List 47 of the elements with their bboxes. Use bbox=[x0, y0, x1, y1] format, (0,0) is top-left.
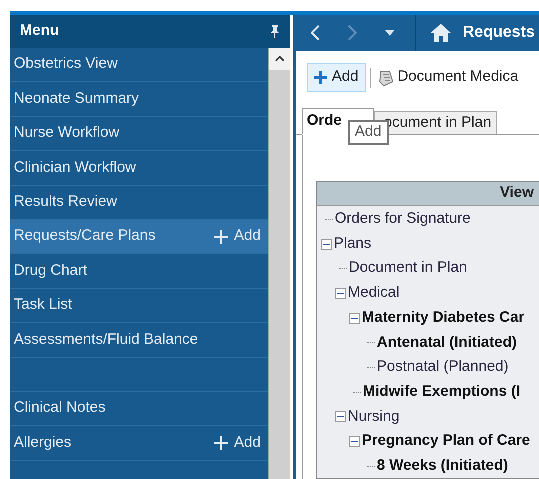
plus-icon bbox=[314, 71, 327, 84]
tree-item[interactable]: Pregnancy Plan of Care bbox=[362, 430, 530, 453]
tree-item[interactable]: Medical bbox=[348, 282, 400, 305]
menu-item-label: Clinical Notes bbox=[14, 398, 106, 418]
add-link[interactable]: Add bbox=[214, 225, 264, 248]
back-icon[interactable] bbox=[311, 25, 320, 41]
menu-item-label: Task List bbox=[14, 295, 72, 316]
caret-up-icon bbox=[274, 56, 284, 62]
menu-item-label: Allergies bbox=[14, 432, 72, 453]
plus-icon bbox=[214, 230, 228, 244]
tree-item[interactable]: Orders for Signature bbox=[335, 208, 471, 231]
tooltip: Add bbox=[348, 120, 389, 145]
page-title: Requests bbox=[463, 23, 536, 43]
collapse-toggle[interactable] bbox=[335, 411, 346, 422]
column-header: View bbox=[317, 182, 539, 206]
tree-item[interactable]: Postnatal (Planned) bbox=[377, 356, 509, 379]
home-icon[interactable] bbox=[431, 24, 451, 42]
plus-icon bbox=[214, 436, 228, 450]
add-link[interactable]: Add bbox=[214, 432, 264, 454]
collapse-toggle[interactable] bbox=[321, 238, 332, 250]
add-button[interactable]: Add bbox=[307, 63, 366, 92]
scroll-icon bbox=[376, 68, 395, 86]
menu-item-label: Obstetrics View bbox=[14, 54, 118, 74]
collapse-toggle[interactable] bbox=[335, 288, 346, 299]
pin-icon[interactable] bbox=[270, 25, 280, 38]
dropdown-icon[interactable] bbox=[385, 30, 395, 36]
scroll-up-button[interactable] bbox=[269, 48, 290, 70]
tree-item[interactable]: Maternity Diabetes Car bbox=[362, 306, 525, 330]
menu-item-label: Drug Chart bbox=[14, 260, 88, 281]
tree-item[interactable]: Nursing bbox=[348, 406, 400, 428]
tree-item[interactable]: Midwife Exemptions (I bbox=[363, 380, 521, 404]
menu-item-label: Neonate Summary bbox=[14, 88, 140, 109]
tree-item[interactable]: Antenatal (Initiated) bbox=[377, 332, 518, 354]
menu-title: Menu bbox=[20, 21, 60, 42]
menu-item-label: Requests/Care Plans bbox=[14, 226, 156, 246]
tree-item[interactable]: 8 Weeks (Initiated) bbox=[377, 454, 508, 478]
menu-item[interactable]: Requests/Care Plans Add bbox=[10, 220, 268, 254]
menu-item-label: Assessments/Fluid Balance bbox=[14, 330, 198, 350]
menu-item-label: Clinician Workflow bbox=[14, 158, 136, 178]
document-button[interactable]: Document Medica bbox=[370, 63, 519, 92]
menu-item-label: Results Review bbox=[14, 192, 118, 212]
menu-item-label: Nurse Workflow bbox=[14, 123, 120, 144]
scrollbar[interactable] bbox=[268, 48, 290, 479]
collapse-toggle[interactable] bbox=[349, 436, 360, 448]
tree-item[interactable]: Document in Plan bbox=[349, 257, 468, 280]
tree-item[interactable]: Plans bbox=[334, 232, 372, 256]
collapse-toggle[interactable] bbox=[349, 312, 360, 324]
